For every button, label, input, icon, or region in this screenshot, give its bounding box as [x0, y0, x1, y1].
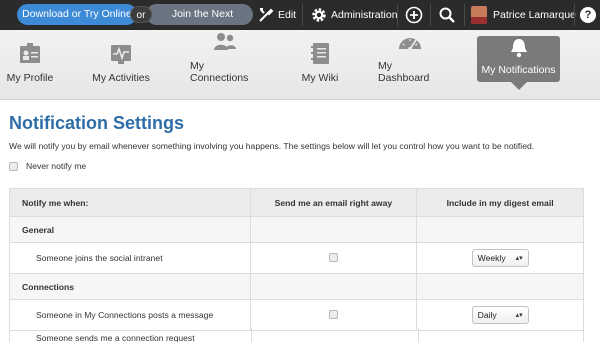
download-button[interactable]: Download or Try Online	[17, 4, 137, 25]
add-button[interactable]	[405, 0, 423, 30]
digest-select[interactable]: Daily ▴▾	[471, 306, 529, 324]
digest-select[interactable]: Weekly ▴▾	[471, 249, 529, 267]
digest-cell: Daily ▴▾	[416, 299, 584, 331]
empty-cell	[416, 273, 584, 300]
avatar	[471, 6, 487, 24]
divider	[397, 4, 398, 26]
row-label: Someone sends me a connection request	[36, 333, 195, 342]
email-cell	[249, 242, 418, 274]
nav-label: My Notifications	[481, 64, 556, 76]
empty-cell	[249, 273, 418, 300]
nav-my-profile[interactable]: My Profile	[6, 30, 54, 92]
nav-my-activities[interactable]: My Activities	[92, 30, 150, 92]
user-name: Patrice Lamarque	[493, 9, 576, 21]
section-title: Connections	[9, 273, 251, 300]
nav-label: My Wiki	[301, 72, 339, 84]
administration-label: Administration	[331, 9, 398, 21]
divider	[302, 4, 303, 26]
select-arrows-icon: ▴▾	[515, 312, 523, 319]
email-checkbox[interactable]	[328, 252, 338, 262]
divider	[574, 4, 575, 26]
email-cell	[249, 299, 418, 331]
or-badge: or	[130, 6, 152, 23]
administration-button[interactable]: Administration	[311, 0, 398, 30]
dashboard-icon	[396, 30, 424, 54]
webinar-button[interactable]: Join the Next Webinar	[146, 4, 253, 41]
section-row: Connections	[9, 273, 584, 300]
intro-text: We will notify you by email whenever som…	[9, 141, 535, 151]
section-title: General	[9, 216, 251, 243]
wiki-icon	[306, 42, 334, 66]
nav-my-dashboard[interactable]: My Dashboard	[378, 30, 442, 92]
empty-cell	[416, 216, 584, 243]
tools-icon	[258, 7, 274, 23]
gear-icon	[311, 7, 327, 23]
table-row: Someone in My Connections posts a messag…	[9, 299, 584, 331]
select-arrows-icon: ▴▾	[515, 255, 523, 262]
divider	[464, 4, 465, 26]
nav-my-wiki[interactable]: My Wiki	[300, 30, 340, 92]
connections-icon	[211, 30, 239, 54]
digest-value: Daily	[477, 310, 497, 320]
search-button[interactable]	[438, 0, 456, 30]
activities-icon	[107, 42, 135, 66]
never-notify-label: Never notify me	[26, 161, 87, 171]
never-notify-option[interactable]: Never notify me	[9, 161, 86, 171]
digest-value: Weekly	[477, 253, 506, 263]
edit-button[interactable]: Edit	[258, 0, 296, 30]
column-header: Notify me when:	[9, 188, 251, 217]
help-icon: ?	[580, 7, 596, 23]
column-header: Send me an email right away	[249, 188, 418, 217]
edit-label: Edit	[278, 9, 297, 21]
nav-my-notifications[interactable]: My Notifications	[477, 36, 560, 82]
nav-label: My Activities	[92, 72, 150, 84]
plus-circle-icon	[405, 6, 423, 24]
bell-icon	[505, 36, 533, 60]
profile-icon	[16, 42, 44, 66]
app-navigation: My Profile My Activities My Connections …	[0, 30, 600, 100]
digest-cell: Weekly ▴▾	[416, 242, 584, 274]
user-menu[interactable]: Patrice Lamarque	[471, 0, 576, 30]
active-tab-caret	[511, 82, 527, 90]
page-title: Notification Settings	[9, 113, 184, 133]
nav-label: My Dashboard	[378, 60, 430, 84]
nav-label: My Profile	[6, 72, 54, 84]
row-label: Someone in My Connections posts a messag…	[9, 299, 251, 331]
nav-my-connections[interactable]: My Connections	[190, 30, 260, 92]
divider	[430, 4, 431, 26]
notification-table: Notify me when: Send me an email right a…	[9, 188, 584, 331]
empty-cell	[249, 216, 418, 243]
row-label: Someone joins the social intranet	[9, 242, 251, 274]
section-row: General	[9, 216, 584, 243]
column-header: Include in my digest email	[416, 188, 584, 217]
email-checkbox[interactable]	[328, 309, 338, 319]
top-bar: Download or Try Online or Join the Next …	[0, 0, 600, 41]
help-button[interactable]: ?	[580, 0, 596, 30]
table-row: Someone joins the social intranet Weekly…	[9, 242, 584, 274]
never-notify-checkbox[interactable]	[9, 161, 18, 171]
table-header: Notify me when: Send me an email right a…	[9, 188, 584, 217]
search-icon	[438, 6, 456, 24]
nav-label: My Connections	[190, 60, 249, 84]
